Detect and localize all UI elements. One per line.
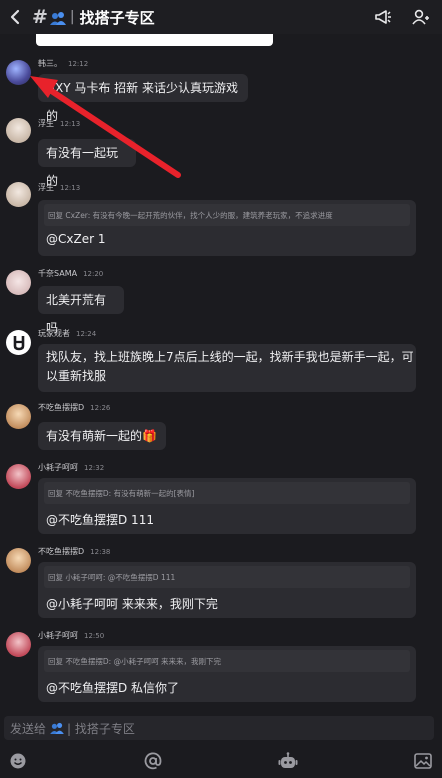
message-item: 韩三。 12:12 NXY 马卡布 招新 来话少认真玩游戏的 (0, 58, 442, 123)
message-item: 浮生 12:13 有没有一起玩的 (0, 118, 442, 188)
username[interactable]: 浮生 (38, 183, 54, 192)
quoted-message[interactable]: 回复 不吃鱼摆摆D: @小耗子呵呵 来来来，我刚下完 (44, 650, 410, 672)
message-item: 千奈SAMA 12:20 北美开荒有吗 (0, 268, 442, 335)
message-item: 小耗子呵呵 12:50 回复 不吃鱼摆摆D: @小耗子呵呵 来来来，我刚下完 @不… (0, 630, 442, 704)
avatar[interactable] (6, 60, 31, 85)
placeholder-prefix: 发送给 (10, 721, 47, 736)
avatar[interactable] (6, 548, 31, 573)
message-text: 有没有萌新一起的 (46, 429, 143, 443)
timestamp: 12:24 (76, 330, 97, 338)
reply-message-bubble[interactable]: 回复 不吃鱼摆摆D: @小耗子呵呵 来来来，我刚下完 @不吃鱼摆摆D 私信你了 (38, 646, 416, 702)
placeholder-channel: | 找搭子专区 (67, 721, 135, 736)
message-line: 以重新找服 (46, 368, 107, 383)
message-meta: 玩家观者 12:24 (38, 328, 96, 339)
timestamp: 12:32 (84, 464, 105, 472)
username[interactable]: 小耗子呵呵 (38, 463, 78, 472)
message-line: 找队友，找上班族晚上7点后上线的一起，找新手我也是新手一起，可 (46, 350, 414, 364)
timestamp: 12:38 (90, 548, 111, 556)
message-bubble[interactable]: NXY 马卡布 招新 来话少认真玩游戏的 (38, 74, 248, 123)
reply-text: @不吃鱼摆摆D 111 (46, 513, 154, 527)
message-meta: 千奈SAMA 12:20 (38, 268, 103, 279)
username[interactable]: 浮生 (38, 119, 54, 128)
reply-text: @小耗子呵呵 来来来，我刚下完 (46, 597, 218, 611)
avatar[interactable] (6, 632, 31, 657)
username[interactable]: 韩三。 (38, 59, 62, 68)
quoted-message[interactable]: 回复 小耗子呵呵: @不吃鱼摆摆D 111 (44, 566, 410, 588)
reply-message-bubble[interactable]: 回复 小耗子呵呵: @不吃鱼摆摆D 111 @小耗子呵呵 来来来，我刚下完 (38, 562, 416, 618)
people-icon (50, 722, 64, 734)
avatar[interactable] (6, 330, 31, 355)
quoted-message[interactable]: 回复 不吃鱼摆摆D: 有没有萌新一起的[表情] (44, 482, 410, 504)
message-meta: 不吃鱼摆摆D 12:26 (38, 402, 110, 413)
title-separator: | (69, 9, 75, 25)
timestamp: 12:12 (68, 60, 89, 68)
message-bubble[interactable]: 有没有萌新一起的🎁 (38, 422, 166, 450)
previous-message-card (36, 34, 273, 46)
message-meta: 小耗子呵呵 12:32 (38, 462, 104, 473)
message-meta: 浮生 12:13 (38, 118, 80, 129)
avatar[interactable] (6, 464, 31, 489)
sticker-emoji-icon: 🎁 (142, 429, 157, 443)
add-user-icon[interactable] (410, 6, 432, 28)
megaphone-icon[interactable] (372, 6, 394, 28)
message-meta: 小耗子呵呵 12:50 (38, 630, 104, 641)
avatar[interactable] (6, 270, 31, 295)
timestamp: 12:26 (90, 404, 111, 412)
at-icon[interactable] (143, 751, 163, 771)
message-meta: 韩三。 12:12 (38, 58, 88, 69)
back-arrow-icon[interactable] (4, 0, 26, 34)
message-item: 浮生 12:13 回复 CxZer: 有没有今晚一起开荒的伙伴，找个人少的服，建筑… (0, 182, 442, 256)
timestamp: 12:13 (60, 184, 81, 192)
message-bubble[interactable]: 北美开荒有吗 (38, 286, 124, 335)
channel-title: 找搭子专区 (79, 8, 155, 27)
people-icon (49, 10, 66, 25)
composer-toolbar (0, 744, 442, 778)
reply-message-bubble[interactable]: 回复 不吃鱼摆摆D: 有没有萌新一起的[表情] @不吃鱼摆摆D 111 (38, 478, 416, 534)
message-item: 不吃鱼摆摆D 12:38 回复 小耗子呵呵: @不吃鱼摆摆D 111 @小耗子呵呵… (0, 546, 442, 620)
reply-message-bubble[interactable]: 回复 CxZer: 有没有今晚一起开荒的伙伴，找个人少的服，建筑养老玩家，不追求… (38, 200, 416, 256)
timestamp: 12:20 (83, 270, 104, 278)
channel-hash: # (32, 6, 48, 28)
robot-icon[interactable] (278, 751, 298, 771)
message-bubble[interactable]: 有没有一起玩的 (38, 139, 136, 188)
timestamp: 12:50 (84, 632, 105, 640)
avatar[interactable] (6, 118, 31, 143)
avatar[interactable] (6, 404, 31, 429)
message-meta: 浮生 12:13 (38, 182, 80, 193)
image-icon[interactable] (413, 751, 433, 771)
emoji-icon[interactable] (8, 751, 28, 771)
timestamp: 12:13 (60, 120, 81, 128)
channel-header: # | 找搭子专区 (0, 0, 442, 34)
message-item: 不吃鱼摆摆D 12:26 有没有萌新一起的🎁 (0, 402, 442, 452)
message-bubble[interactable]: 找队友，找上班族晚上7点后上线的一起，找新手我也是新手一起，可 以重新找服 (38, 344, 416, 392)
username[interactable]: 小耗子呵呵 (38, 631, 78, 640)
message-item: 小耗子呵呵 12:32 回复 不吃鱼摆摆D: 有没有萌新一起的[表情] @不吃鱼摆… (0, 462, 442, 536)
username[interactable]: 不吃鱼摆摆D (38, 547, 84, 556)
message-item: 玩家观者 12:24 找队友，找上班族晚上7点后上线的一起，找新手我也是新手一起，… (0, 328, 442, 392)
message-meta: 不吃鱼摆摆D 12:38 (38, 546, 110, 557)
username[interactable]: 千奈SAMA (38, 269, 77, 278)
reply-text: @CxZer 1 (46, 232, 106, 246)
username[interactable]: 玩家观者 (38, 329, 70, 338)
reply-text: @不吃鱼摆摆D 私信你了 (46, 681, 180, 695)
composer: 发送给 | 找搭子专区 (0, 714, 442, 742)
quoted-message[interactable]: 回复 CxZer: 有没有今晚一起开荒的伙伴，找个人少的服，建筑养老玩家，不追求… (44, 204, 410, 226)
username[interactable]: 不吃鱼摆摆D (38, 403, 84, 412)
avatar[interactable] (6, 182, 31, 207)
message-input[interactable]: 发送给 | 找搭子专区 (4, 716, 434, 740)
